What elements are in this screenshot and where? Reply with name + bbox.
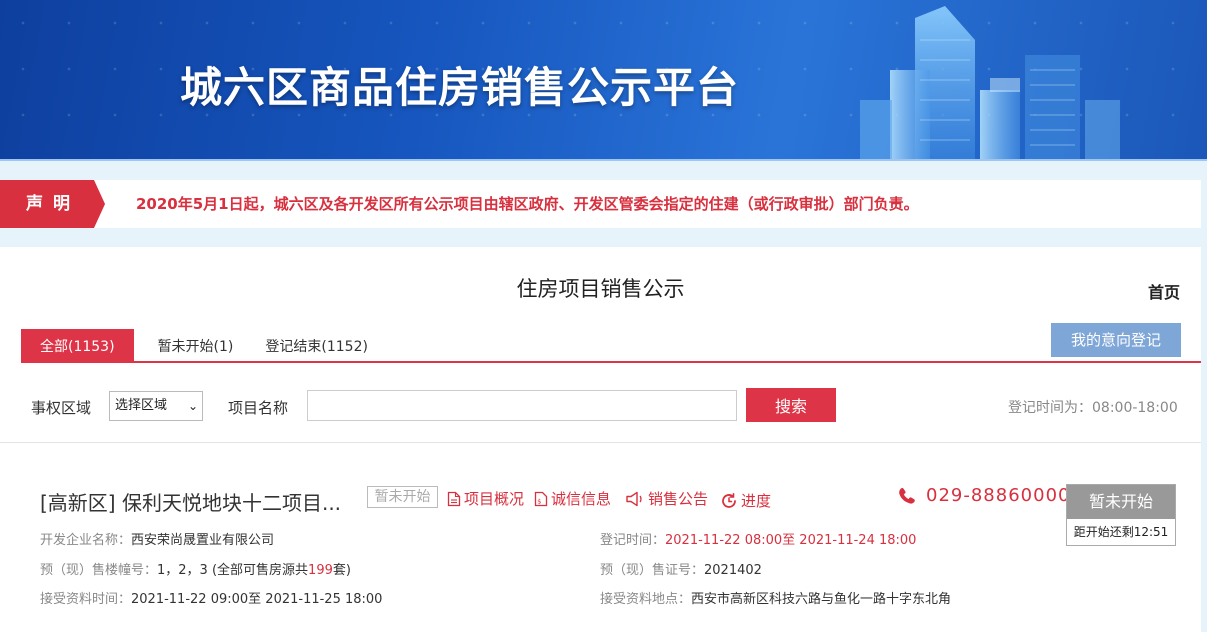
page-title: 住房项目销售公示 (516, 277, 685, 301)
developer-key: 开发企业名称： (40, 533, 132, 548)
tab-underline (21, 361, 1201, 363)
buildings-key: 预（现）售楼幢号： (40, 563, 158, 578)
progress-label: 进度 (741, 492, 772, 510)
megaphone-icon (626, 491, 642, 506)
units-count: 199 (308, 563, 333, 578)
credit-document-icon: $ (534, 491, 548, 506)
reg-time-value: 2021-11-22 08:00至 2021-11-24 18:00 (665, 533, 917, 548)
permit-key: 预（现）售证号： (600, 563, 705, 578)
phone-number: 029-88860000 (926, 485, 1071, 506)
sale-status-label: 暂未开始 (1067, 485, 1175, 519)
tab-bar: 全部(1153) 暂未开始(1) 登记结束(1152) (21, 329, 386, 363)
accept-time-key: 接受资料时间： (40, 592, 132, 607)
notice-text: 2020年5月1日起，城六区及各开发区所有公示项目由辖区政府、开发区管委会指定的… (136, 195, 919, 213)
site-title: 城六区商品住房销售公示平台 (180, 63, 740, 112)
units-suffix: 套) (332, 563, 351, 578)
credit-info-label: 诚信信息 (551, 490, 612, 508)
city-skyline-illustration (860, 6, 1120, 161)
svg-text:$: $ (537, 497, 541, 505)
tab-all[interactable]: 全部(1153) (21, 329, 134, 363)
sales-notice-label: 销售公告 (648, 490, 709, 508)
credit-info-link[interactable]: $ 诚信信息 (534, 488, 611, 509)
status-badge: 暂未开始 (367, 486, 438, 508)
banner-bottom-line (0, 159, 1207, 161)
reg-time-key: 登记时间： (600, 533, 666, 548)
countdown-text: 距开始还剩12:51 (1073, 525, 1169, 539)
developer-value: 西安荣尚晟置业有限公司 (131, 533, 275, 548)
accept-time-row: 接受资料时间：2021-11-22 09:00至 2021-11-25 18:0… (40, 588, 382, 607)
notice-bar: 声明 2020年5月1日起，城六区及各开发区所有公示项目由辖区政府、开发区管委会… (0, 180, 1201, 228)
permit-row: 预（现）售证号：2021402 (600, 559, 762, 578)
reg-time-row: 登记时间：2021-11-22 08:00至 2021-11-24 18:00 (600, 529, 916, 548)
my-intent-registration-button[interactable]: 我的意向登记 (1051, 323, 1181, 357)
notice-tag: 声明 (0, 180, 105, 228)
accept-place-value: 西安市高新区科技六路与鱼化一路十字东北角 (691, 592, 952, 607)
main-panel: 住房项目销售公示 首页 全部(1153) 暂未开始(1) 登记结束(1152) … (0, 247, 1201, 632)
project-name-input[interactable] (307, 390, 737, 421)
permit-value: 2021402 (704, 563, 762, 578)
phone-icon (899, 487, 915, 504)
sales-notice-link[interactable]: 销售公告 (625, 488, 708, 509)
developer-row: 开发企业名称：西安荣尚晟置业有限公司 (40, 529, 274, 548)
home-link[interactable]: 首页 (1148, 279, 1180, 303)
buildings-value: 1，2，3 (全部可售房源共 (157, 563, 309, 578)
project-overview-label: 项目概况 (464, 490, 525, 508)
accept-place-row: 接受资料地点：西安市高新区科技六路与鱼化一路十字东北角 (600, 588, 951, 607)
project-overview-link[interactable]: 项目概况 (447, 488, 524, 509)
tab-registration-ended[interactable]: 登记结束(1152) (251, 329, 382, 363)
region-select-value: 选择区域 (115, 398, 168, 413)
document-icon (447, 491, 461, 506)
chevron-down-icon: ⌄ (187, 399, 198, 413)
accept-time-value: 2021-11-22 09:00至 2021-11-25 18:00 (131, 592, 383, 607)
divider (0, 442, 1201, 443)
hotline: 029-88860000 (897, 485, 1070, 506)
search-button[interactable]: 搜索 (746, 388, 836, 422)
tab-not-started[interactable]: 暂未开始(1) (144, 329, 248, 363)
accept-place-key: 接受资料地点： (600, 592, 692, 607)
region-label: 事权区域 (31, 399, 92, 417)
refresh-clock-icon (722, 492, 736, 508)
header-banner: 城六区商品住房销售公示平台 (0, 0, 1207, 161)
region-select[interactable]: 选择区域 ⌄ (109, 391, 203, 421)
registration-hours: 登记时间为：08:00-18:00 (1008, 400, 1178, 416)
progress-link[interactable]: 进度 (720, 490, 771, 511)
sale-status-box: 暂未开始 距开始还剩12:51 (1066, 484, 1176, 546)
buildings-row: 预（现）售楼幢号：1，2，3 (全部可售房源共199套) (40, 559, 351, 578)
project-title[interactable]: [高新区] 保利天悦地块十二项目... (40, 487, 341, 516)
project-name-label: 项目名称 (228, 399, 289, 417)
